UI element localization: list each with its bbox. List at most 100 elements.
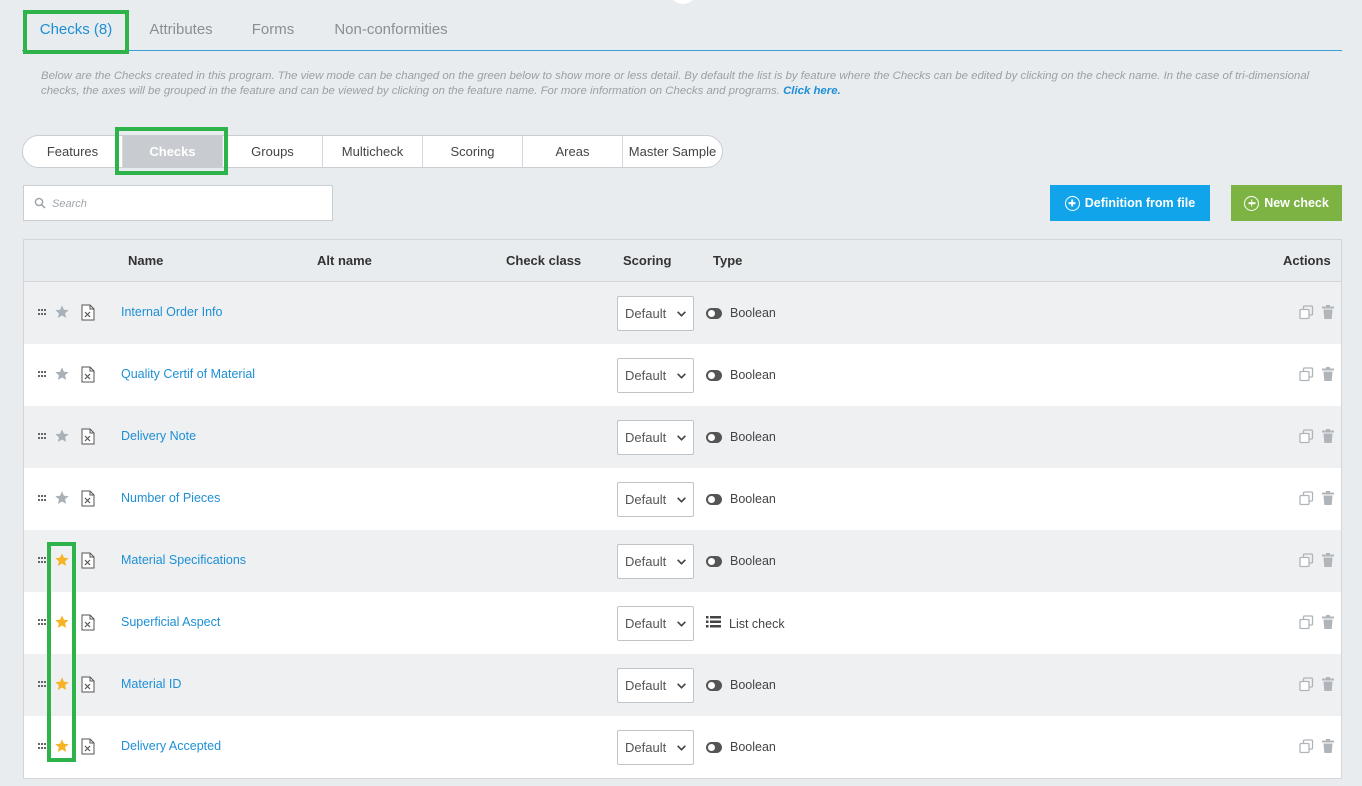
chevron-down-icon bbox=[677, 621, 686, 627]
main-tabs: Checks (8) Attributes Forms Non-conformi… bbox=[22, 10, 1342, 51]
copy-icon[interactable] bbox=[1299, 491, 1314, 506]
scoring-value: Default bbox=[625, 430, 667, 445]
check-name-link[interactable]: Material Specifications bbox=[121, 553, 246, 567]
view-mode-scoring[interactable]: Scoring bbox=[423, 136, 523, 167]
check-name-link[interactable]: Superficial Aspect bbox=[121, 615, 220, 629]
drag-handle-icon[interactable] bbox=[38, 495, 47, 502]
check-type: Boolean bbox=[706, 740, 776, 754]
scoring-select[interactable]: Default bbox=[617, 296, 694, 331]
drag-handle-icon[interactable] bbox=[38, 743, 47, 750]
check-type: Boolean bbox=[706, 368, 776, 382]
header-alt-name[interactable]: Alt name bbox=[317, 253, 372, 268]
trash-icon[interactable] bbox=[1322, 553, 1334, 567]
scoring-select[interactable]: Default bbox=[617, 420, 694, 455]
check-type: Boolean bbox=[706, 678, 776, 692]
scoring-select[interactable]: Default bbox=[617, 482, 694, 517]
tab-forms[interactable]: Forms bbox=[242, 10, 304, 50]
view-mode-master-sample[interactable]: Master Sample bbox=[623, 136, 722, 167]
star-icon[interactable] bbox=[54, 614, 70, 630]
header-scoring[interactable]: Scoring bbox=[623, 253, 671, 268]
toggle-icon bbox=[706, 431, 722, 443]
scoring-value: Default bbox=[625, 740, 667, 755]
tab-non-conformities[interactable]: Non-conformities bbox=[324, 10, 458, 50]
copy-icon[interactable] bbox=[1299, 615, 1314, 630]
check-type: List check bbox=[706, 616, 785, 631]
view-mode-groups[interactable]: Groups bbox=[223, 136, 323, 167]
scoring-select[interactable]: Default bbox=[617, 668, 694, 703]
drag-handle-icon[interactable] bbox=[38, 681, 47, 688]
trash-icon[interactable] bbox=[1322, 367, 1334, 381]
star-icon[interactable] bbox=[54, 738, 70, 754]
check-name-link[interactable]: Internal Order Info bbox=[121, 305, 222, 319]
header-check-class[interactable]: Check class bbox=[506, 253, 581, 268]
excel-file-icon[interactable] bbox=[81, 366, 95, 383]
scoring-select[interactable]: Default bbox=[617, 730, 694, 765]
excel-file-icon[interactable] bbox=[81, 428, 95, 445]
drag-handle-icon[interactable] bbox=[38, 371, 47, 378]
trash-icon[interactable] bbox=[1322, 677, 1334, 691]
toggle-icon bbox=[706, 493, 722, 505]
star-icon[interactable] bbox=[54, 676, 70, 692]
checks-table: Name Alt name Check class Scoring Type A… bbox=[23, 239, 1342, 779]
scoring-value: Default bbox=[625, 554, 667, 569]
check-name-link[interactable]: Quality Certif of Material bbox=[121, 367, 255, 381]
scoring-value: Default bbox=[625, 678, 667, 693]
view-mode-checks[interactable]: Checks bbox=[123, 136, 223, 167]
table-row: Material Specifications Default Boolean bbox=[24, 530, 1341, 592]
copy-icon[interactable] bbox=[1299, 305, 1314, 320]
copy-icon[interactable] bbox=[1299, 553, 1314, 568]
check-name-link[interactable]: Delivery Note bbox=[121, 429, 196, 443]
drag-handle-icon[interactable] bbox=[38, 619, 47, 626]
info-description: Below are the Checks created in this pro… bbox=[41, 70, 1310, 97]
check-name-link[interactable]: Number of Pieces bbox=[121, 491, 220, 505]
drag-handle-icon[interactable] bbox=[38, 557, 47, 564]
excel-file-icon[interactable] bbox=[81, 614, 95, 631]
star-icon[interactable] bbox=[54, 428, 70, 444]
copy-icon[interactable] bbox=[1299, 677, 1314, 692]
drag-handle-icon[interactable] bbox=[38, 309, 47, 316]
new-check-button[interactable]: New check bbox=[1231, 185, 1342, 221]
check-type-label: Boolean bbox=[730, 306, 776, 320]
scoring-select[interactable]: Default bbox=[617, 544, 694, 579]
plus-circle-icon bbox=[1244, 195, 1260, 211]
trash-icon[interactable] bbox=[1322, 615, 1334, 629]
excel-file-icon[interactable] bbox=[81, 490, 95, 507]
excel-file-icon[interactable] bbox=[81, 304, 95, 321]
definition-from-file-button[interactable]: Definition from file bbox=[1050, 185, 1210, 221]
scoring-value: Default bbox=[625, 306, 667, 321]
search-input[interactable] bbox=[52, 194, 322, 214]
check-name-link[interactable]: Delivery Accepted bbox=[121, 739, 221, 753]
trash-icon[interactable] bbox=[1322, 491, 1334, 505]
drag-handle-icon[interactable] bbox=[38, 433, 47, 440]
info-link[interactable]: Click here. bbox=[783, 85, 841, 97]
view-mode-features[interactable]: Features bbox=[23, 136, 123, 167]
excel-file-icon[interactable] bbox=[81, 676, 95, 693]
copy-icon[interactable] bbox=[1299, 739, 1314, 754]
scoring-select[interactable]: Default bbox=[617, 606, 694, 641]
chevron-down-icon bbox=[677, 559, 686, 565]
excel-file-icon[interactable] bbox=[81, 552, 95, 569]
tab-attributes[interactable]: Attributes bbox=[138, 10, 224, 50]
header-type[interactable]: Type bbox=[713, 253, 742, 268]
star-icon[interactable] bbox=[54, 366, 70, 382]
star-icon[interactable] bbox=[54, 304, 70, 320]
trash-icon[interactable] bbox=[1322, 305, 1334, 319]
trash-icon[interactable] bbox=[1322, 739, 1334, 753]
star-icon[interactable] bbox=[54, 490, 70, 506]
view-mode-areas[interactable]: Areas bbox=[523, 136, 623, 167]
check-name-link[interactable]: Material ID bbox=[121, 677, 181, 691]
copy-icon[interactable] bbox=[1299, 367, 1314, 382]
check-type: Boolean bbox=[706, 492, 776, 506]
copy-icon[interactable] bbox=[1299, 429, 1314, 444]
check-type-label: Boolean bbox=[730, 430, 776, 444]
trash-icon[interactable] bbox=[1322, 429, 1334, 443]
excel-file-icon[interactable] bbox=[81, 738, 95, 755]
table-row: Delivery Note Default Boolean bbox=[24, 406, 1341, 468]
header-name[interactable]: Name bbox=[128, 253, 163, 268]
tab-checks[interactable]: Checks (8) bbox=[26, 10, 126, 50]
chevron-down-icon bbox=[677, 435, 686, 441]
view-mode-multicheck[interactable]: Multicheck bbox=[323, 136, 423, 167]
chevron-down-icon bbox=[677, 373, 686, 379]
scoring-select[interactable]: Default bbox=[617, 358, 694, 393]
star-icon[interactable] bbox=[54, 552, 70, 568]
